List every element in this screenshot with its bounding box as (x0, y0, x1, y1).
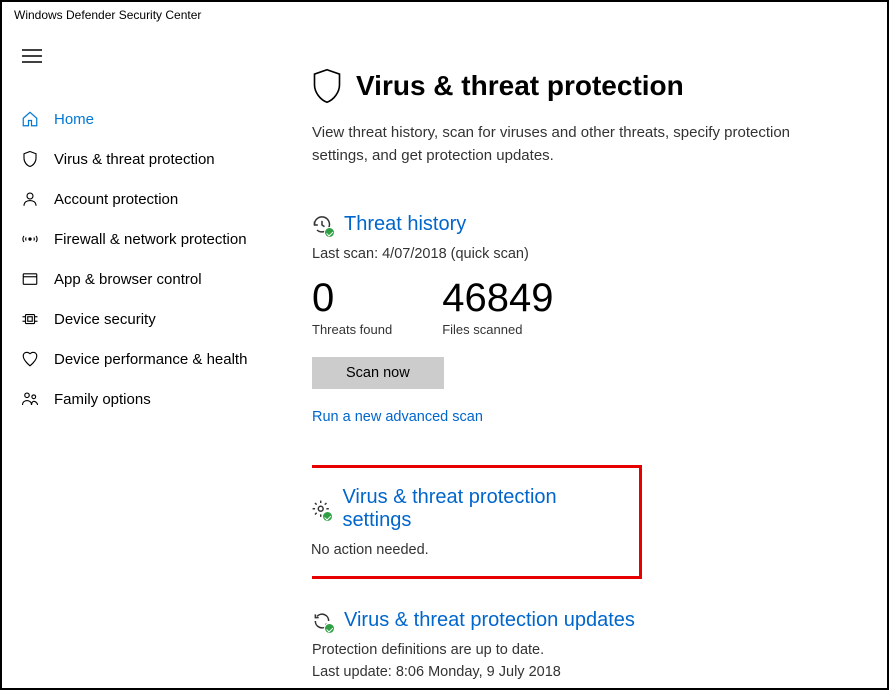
section-heading: Virus & threat protection settings (342, 486, 623, 532)
browser-icon (18, 270, 42, 288)
files-scanned-stat: 46849 Files scanned (442, 276, 553, 337)
check-badge-icon (322, 511, 333, 522)
history-icon (312, 215, 332, 235)
sidebar-item-home[interactable]: Home (2, 99, 312, 139)
threat-history-link[interactable]: Threat history (312, 213, 847, 236)
sidebar-item-family[interactable]: Family options (2, 379, 312, 419)
main-content: Virus & threat protection View threat hi… (312, 28, 887, 686)
threat-history-section: Threat history Last scan: 4/07/2018 (qui… (312, 213, 847, 425)
sidebar-item-label: Firewall & network protection (54, 231, 247, 248)
settings-status: No action needed. (312, 542, 623, 558)
chip-icon (18, 310, 42, 328)
person-icon (18, 190, 42, 208)
home-icon (18, 110, 42, 128)
sidebar-item-virus-threat[interactable]: Virus & threat protection (2, 139, 312, 179)
threats-found-label: Threats found (312, 322, 392, 337)
files-scanned-label: Files scanned (442, 322, 553, 337)
page-title: Virus & threat protection (356, 70, 684, 102)
updates-section: Virus & threat protection updates Protec… (312, 609, 847, 680)
files-scanned-value: 46849 (442, 276, 553, 320)
sidebar-item-label: Home (54, 111, 94, 128)
signal-icon (18, 230, 42, 248)
advanced-scan-link[interactable]: Run a new advanced scan (312, 409, 847, 425)
sidebar-item-device-performance[interactable]: Device performance & health (2, 339, 312, 379)
heart-icon (18, 350, 42, 368)
section-heading: Virus & threat protection updates (344, 609, 635, 632)
shield-large-icon (312, 68, 342, 104)
family-icon (18, 390, 42, 408)
page-subtitle: View threat history, scan for viruses an… (312, 122, 792, 167)
sidebar-item-label: Account protection (54, 191, 178, 208)
check-badge-icon (324, 623, 335, 634)
sidebar-item-label: Family options (54, 391, 151, 408)
sidebar-item-label: App & browser control (54, 271, 202, 288)
sidebar-item-device-security[interactable]: Device security (2, 299, 312, 339)
shield-icon (18, 150, 42, 168)
refresh-icon (312, 611, 332, 631)
protection-updates-link[interactable]: Virus & threat protection updates (312, 609, 847, 632)
sidebar-item-account[interactable]: Account protection (2, 179, 312, 219)
gear-icon (312, 499, 330, 519)
last-scan-text: Last scan: 4/07/2018 (quick scan) (312, 246, 847, 262)
check-badge-icon (324, 227, 335, 238)
threats-found-stat: 0 Threats found (312, 276, 392, 337)
scan-now-button[interactable]: Scan now (312, 357, 444, 389)
window-title: Windows Defender Security Center (2, 2, 887, 28)
protection-settings-link[interactable]: Virus & threat protection settings (312, 486, 623, 532)
last-update-text: Last update: 8:06 Monday, 9 July 2018 (312, 664, 847, 680)
sidebar: Home Virus & threat protection Account p… (2, 28, 312, 686)
sidebar-item-app-browser[interactable]: App & browser control (2, 259, 312, 299)
section-heading: Threat history (344, 213, 466, 236)
hamburger-menu-button[interactable] (2, 48, 312, 99)
updates-status: Protection definitions are up to date. (312, 642, 847, 658)
hamburger-icon (22, 48, 42, 64)
sidebar-item-label: Device security (54, 311, 156, 328)
sidebar-item-label: Device performance & health (54, 351, 247, 368)
settings-section-highlighted: Virus & threat protection settings No ac… (312, 465, 642, 579)
threats-found-value: 0 (312, 276, 392, 320)
page-header: Virus & threat protection (312, 68, 847, 104)
sidebar-item-label: Virus & threat protection (54, 151, 215, 168)
sidebar-item-firewall[interactable]: Firewall & network protection (2, 219, 312, 259)
